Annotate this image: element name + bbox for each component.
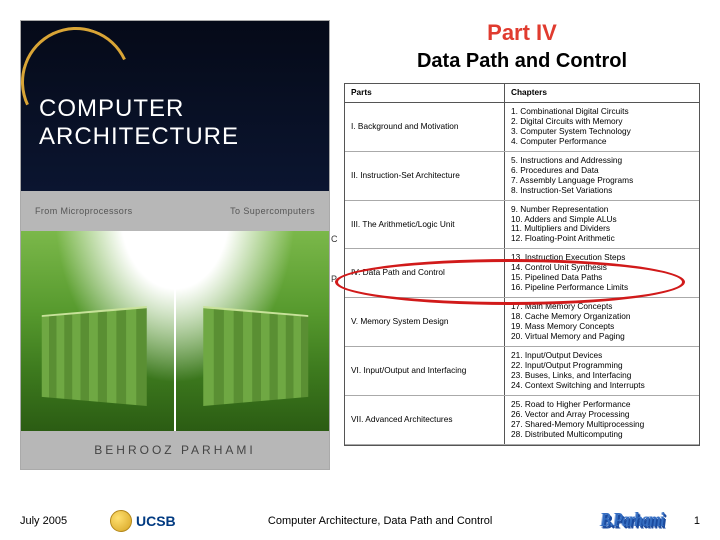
side-label-c: C [331,234,338,245]
toc-chap: 23. Buses, Links, and Interfacing [511,371,693,381]
toc-chap: 15. Pipelined Data Paths [511,273,693,283]
book-title-line2: ARCHITECTURE [39,123,239,150]
toc-chap: 2. Digital Circuits with Memory [511,117,693,127]
cover-title-panel: COMPUTER ARCHITECTURE [21,21,329,191]
toc-chaps: 9. Number Representation 10. Adders and … [505,201,699,249]
toc-chap: 3. Computer System Technology [511,127,693,137]
author-signature: B.Parhami [601,510,664,532]
toc-chap: 14. Control Unit Synthesis [511,263,693,273]
toc-chaps: 21. Input/Output Devices 22. Input/Outpu… [505,347,699,395]
right-column: Part IV Data Path and Control C P Parts … [344,20,700,470]
footer-date: July 2005 [20,515,110,527]
toc-row: I. Background and Motivation 1. Combinat… [345,103,699,152]
toc-row: VI. Input/Output and Interfacing 21. Inp… [345,347,699,396]
server-rack-right [203,306,308,406]
toc-table: C P Parts Chapters I. Background and Mot… [344,83,700,446]
toc-part: II. Instruction-Set Architecture [345,152,505,200]
toc-part: VI. Input/Output and Interfacing [345,347,505,395]
book-cover: COMPUTER ARCHITECTURE From Microprocesso… [20,20,330,470]
aisle-line [174,231,176,431]
toc-header: Parts Chapters [345,84,699,103]
cover-author: BEHROOZ PARHAMI [21,431,329,469]
toc-chaps: 25. Road to Higher Performance 26. Vecto… [505,396,699,444]
toc-chap: 9. Number Representation [511,205,693,215]
toc-chap: 16. Pipeline Performance Limits [511,283,693,293]
toc-chap: 22. Input/Output Programming [511,361,693,371]
toc-part: VII. Advanced Architectures [345,396,505,444]
toc-part: I. Background and Motivation [345,103,505,151]
server-rack-left [42,306,147,406]
ucsb-seal-icon [110,510,132,532]
toc-chap: 26. Vector and Array Processing [511,410,693,420]
side-label-p: P [331,274,337,285]
toc-row: V. Memory System Design 17. Main Memory … [345,298,699,347]
toc-chap: 18. Cache Memory Organization [511,312,693,322]
toc-chap: 21. Input/Output Devices [511,351,693,361]
toc-chap: 11. Multipliers and Dividers [511,224,693,234]
toc-header-chapters: Chapters [505,84,699,102]
cover-subtitle-band: From Microprocessors To Supercomputers [21,191,329,231]
toc-chap: 20. Virtual Memory and Paging [511,332,693,342]
footer-title: Computer Architecture, Data Path and Con… [176,515,585,527]
toc-part: V. Memory System Design [345,298,505,346]
heading-part: Part IV [344,20,700,46]
toc-row: III. The Arithmetic/Logic Unit 9. Number… [345,201,699,250]
toc-chap: 27. Shared-Memory Multiprocessing [511,420,693,430]
slide: COMPUTER ARCHITECTURE From Microprocesso… [0,0,720,540]
toc-chap: 24. Context Switching and Interrupts [511,381,693,391]
book-title-line1: COMPUTER [39,95,184,122]
toc-row: II. Instruction-Set Architecture 5. Inst… [345,152,699,201]
toc-chaps: 5. Instructions and Addressing 6. Proced… [505,152,699,200]
cover-photo [21,231,329,431]
toc-chap: 4. Computer Performance [511,137,693,147]
toc-chap: 10. Adders and Simple ALUs [511,215,693,225]
cover-sub-right: To Supercomputers [230,206,315,216]
toc-row: VII. Advanced Architectures 25. Road to … [345,396,699,445]
main-row: COMPUTER ARCHITECTURE From Microprocesso… [20,20,700,470]
toc-chaps: 1. Combinational Digital Circuits 2. Dig… [505,103,699,151]
page-number: 1 [680,515,700,527]
toc-chap: 7. Assembly Language Programs [511,176,693,186]
heading-subtitle: Data Path and Control [344,50,700,73]
toc-part: III. The Arithmetic/Logic Unit [345,201,505,249]
toc-chap: 1. Combinational Digital Circuits [511,107,693,117]
ucsb-logo-text: UCSB [136,513,176,529]
toc-header-parts: Parts [345,84,505,102]
toc-chaps: 13. Instruction Execution Steps 14. Cont… [505,249,699,297]
toc-chap: 12. Floating-Point Arithmetic [511,234,693,244]
toc-chap: 5. Instructions and Addressing [511,156,693,166]
ucsb-logo: UCSB [110,510,176,532]
toc-chap: 25. Road to Higher Performance [511,400,693,410]
cover-sub-left: From Microprocessors [35,206,133,216]
toc-row: IV. Data Path and Control 13. Instructio… [345,249,699,298]
toc-chap: 13. Instruction Execution Steps [511,253,693,263]
toc-chap: 6. Procedures and Data [511,166,693,176]
book-title: COMPUTER ARCHITECTURE [39,95,239,150]
footer: July 2005 UCSB Computer Architecture, Da… [20,510,700,532]
toc-chap: 8. Instruction-Set Variations [511,186,693,196]
toc-chaps: 17. Main Memory Concepts 18. Cache Memor… [505,298,699,346]
toc-part: IV. Data Path and Control [345,249,505,297]
toc-chap: 19. Mass Memory Concepts [511,322,693,332]
toc-chap: 17. Main Memory Concepts [511,302,693,312]
toc-chap: 28. Distributed Multicomputing [511,430,693,440]
